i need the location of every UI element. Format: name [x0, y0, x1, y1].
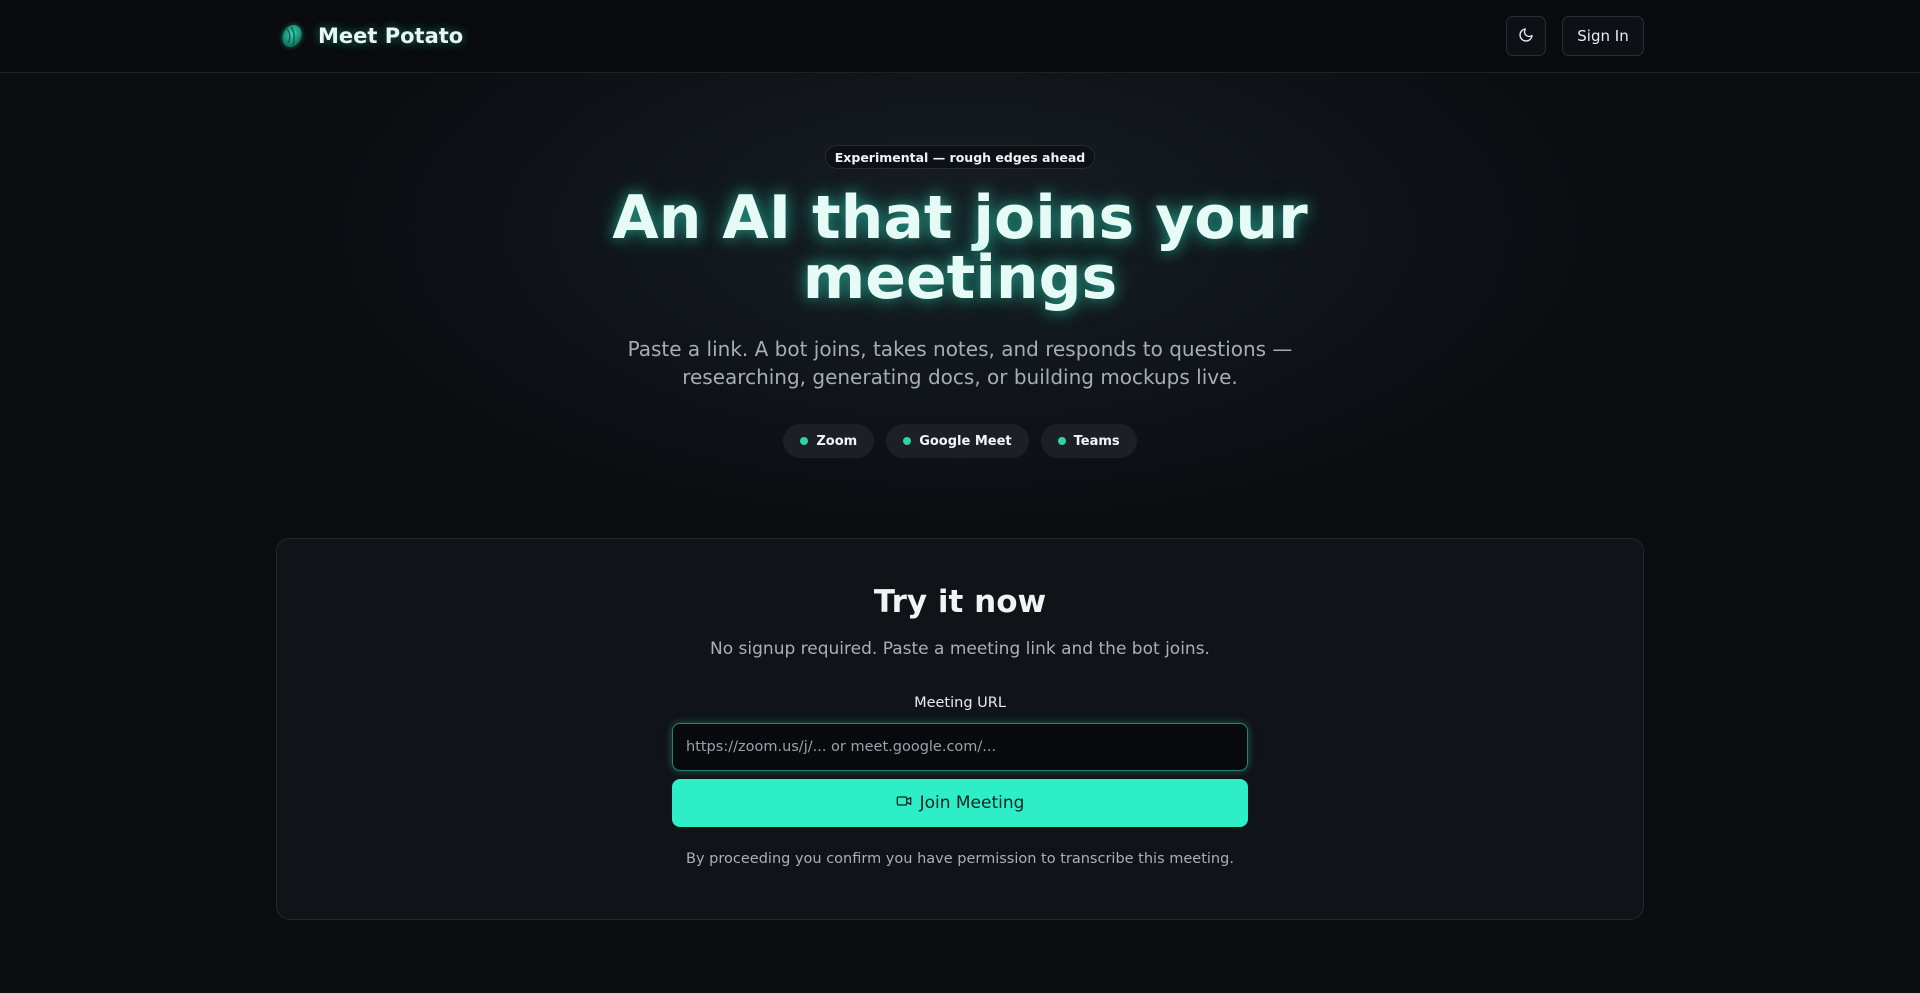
platform-pill-zoom: Zoom: [783, 424, 875, 458]
consent-notice: By proceeding you confirm you have permi…: [686, 851, 1234, 867]
sign-in-button[interactable]: Sign In: [1562, 16, 1644, 56]
status-dot-icon: [1057, 437, 1066, 445]
potato-logo-icon: [278, 21, 306, 51]
join-meeting-button[interactable]: Join Meeting: [672, 779, 1248, 827]
brand-link[interactable]: Meet Potato: [278, 19, 463, 53]
moon-icon: [1518, 27, 1534, 46]
status-dot-icon: [800, 437, 809, 445]
platform-pill-teams: Teams: [1040, 424, 1137, 458]
status-dot-icon: [903, 437, 912, 445]
hero-title-line-2: meetings: [802, 243, 1118, 313]
try-it-title: Try it now: [873, 584, 1047, 620]
platform-label: Teams: [1073, 433, 1120, 449]
hero-title: An AI that joins your meetings: [460, 188, 1460, 308]
join-meeting-label: Join Meeting: [919, 793, 1025, 813]
platform-list: Zoom Google Meet Teams: [0, 424, 1920, 458]
platform-label: Google Meet: [919, 433, 1012, 449]
meeting-url-input[interactable]: [672, 723, 1248, 771]
top-navbar: Meet Potato Sign In: [0, 0, 1920, 73]
hero-subtitle: Paste a link. A bot joins, takes notes, …: [560, 335, 1360, 391]
experimental-badge: Experimental — rough edges ahead: [825, 145, 1095, 169]
theme-toggle-button[interactable]: [1506, 16, 1546, 56]
platform-label: Zoom: [816, 433, 858, 449]
video-camera-icon: [896, 793, 912, 814]
hero-subtitle-line-1: Paste a link. A bot joins, takes notes, …: [627, 337, 1293, 361]
try-it-subtitle: No signup required. Paste a meeting link…: [710, 639, 1210, 659]
brand-name: Meet Potato: [318, 24, 464, 48]
platform-pill-google-meet: Google Meet: [886, 424, 1029, 458]
meeting-url-label: Meeting URL: [914, 695, 1006, 711]
hero-subtitle-line-2: researching, generating docs, or buildin…: [682, 365, 1238, 389]
